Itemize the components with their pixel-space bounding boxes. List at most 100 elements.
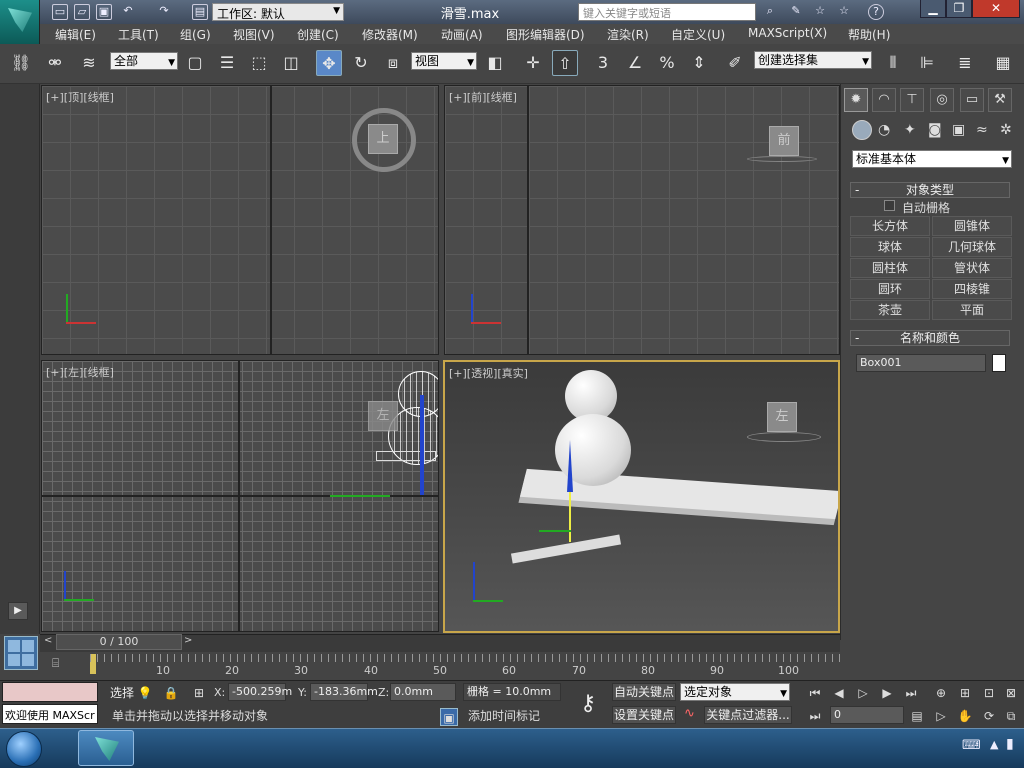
next-key-icon[interactable]: ▶ [878, 684, 896, 702]
torus-button[interactable]: 圆环 [850, 279, 930, 299]
sphere-button[interactable]: 球体 [850, 237, 930, 257]
next-frame-icon[interactable]: > [184, 635, 196, 649]
cylinder-button[interactable]: 圆柱体 [850, 258, 930, 278]
box-button[interactable]: 长方体 [850, 216, 930, 236]
ski-board[interactable] [510, 534, 622, 564]
pan-view-icon[interactable]: ✋ [956, 707, 974, 725]
geometry-icon[interactable] [852, 120, 872, 140]
systems-icon[interactable]: ✲ [1000, 122, 1012, 138]
link-icon[interactable]: ⛓ [8, 50, 34, 76]
viewcube[interactable]: 前 [769, 126, 799, 156]
selection-lock-icon[interactable]: 🔒 [162, 684, 180, 702]
redo-icon[interactable]: ↷ [156, 4, 172, 20]
mini-curve-editor-icon[interactable]: ⌸ [52, 656, 72, 674]
object-color-swatch[interactable] [992, 354, 1006, 372]
select-and-scale-icon[interactable]: ⧈ [380, 50, 406, 76]
maxscript-mini-listener[interactable]: 欢迎使用 MAXScr [2, 704, 98, 724]
category-dropdown[interactable]: 标准基本体 [852, 150, 1012, 169]
undo-icon[interactable]: ↶ [120, 4, 136, 20]
unlink-icon[interactable]: ⚮ [42, 50, 68, 76]
object-type-rollout-header[interactable]: - 对象类型 [850, 182, 1010, 198]
play-icon[interactable]: ▷ [854, 684, 872, 702]
utilities-tab-icon[interactable]: ⚒ [988, 88, 1012, 112]
viewport-label[interactable]: [+][透视][真实] [449, 365, 528, 381]
viewport-label[interactable]: [+][左][线框] [46, 364, 114, 380]
tube-button[interactable]: 管状体 [932, 258, 1012, 278]
select-object-icon[interactable]: ▢ [182, 50, 208, 76]
keyboard-icon[interactable]: ⌨ [962, 738, 981, 753]
select-manipulate-icon[interactable]: ✛ [520, 50, 546, 76]
viewcube[interactable]: 左 [368, 401, 398, 431]
zoom-extents-icon[interactable]: ⊡ [980, 684, 998, 702]
close-button[interactable]: ✕ [972, 0, 1020, 18]
menu-animation[interactable]: 动画(A) [441, 26, 483, 43]
y-coordinate-field[interactable]: -183.36mm [310, 683, 378, 701]
zoom-icon[interactable]: ⊕ [932, 684, 950, 702]
bind-space-warp-icon[interactable]: ≋ [76, 50, 102, 76]
application-menu-button[interactable] [0, 0, 40, 44]
menu-maxscript[interactable]: MAXScript(X) [748, 26, 827, 40]
taskbar-3dsmax-app[interactable] [78, 730, 134, 766]
viewport-perspective[interactable]: [+][透视][真实] 左 [443, 360, 840, 633]
menu-customize[interactable]: 自定义(U) [671, 26, 725, 43]
keyboard-shortcut-override-icon[interactable]: ⇧ [552, 50, 578, 76]
shapes-icon[interactable]: ◔ [878, 122, 890, 138]
mirror-icon[interactable]: ⫴ [880, 50, 906, 76]
viewport-layout-icon[interactable] [4, 636, 38, 670]
key-filters-button[interactable]: 关键点过滤器... [704, 706, 792, 724]
motion-tab-icon[interactable]: ◎ [930, 88, 954, 112]
start-button[interactable] [6, 731, 42, 767]
zoom-extents-all-icon[interactable]: ⊠ [1002, 684, 1020, 702]
menu-tools[interactable]: 工具(T) [118, 26, 159, 43]
snowman-body[interactable] [555, 414, 631, 486]
time-tag-icon[interactable]: ▣ [440, 708, 458, 726]
menu-help[interactable]: 帮助(H) [848, 26, 890, 43]
key-icon[interactable]: ⚷ [568, 684, 608, 724]
current-frame-field[interactable]: 0 [830, 706, 904, 724]
tray-expand-icon[interactable]: ▲ [990, 738, 998, 751]
orbit-icon[interactable]: ⟳ [980, 707, 998, 725]
reference-coordinate-dropdown[interactable]: 视图 [411, 52, 477, 71]
key-mode-dropdown[interactable]: 选定对象 [680, 683, 790, 702]
star-icon[interactable]: ☆ [812, 4, 828, 20]
maxscript-mini-listener-top[interactable] [2, 682, 98, 702]
percent-snap-icon[interactable]: % [654, 50, 680, 76]
menu-group[interactable]: 组(G) [180, 26, 211, 43]
hierarchy-tab-icon[interactable]: ⊤ [900, 88, 924, 112]
viewport-label[interactable]: [+][顶][线框] [46, 89, 114, 105]
save-file-icon[interactable]: ▣ [96, 4, 112, 20]
workspace-dropdown[interactable]: 工作区: 默认 [212, 3, 344, 21]
absolute-mode-icon[interactable]: ⊞ [190, 684, 208, 702]
go-to-end-icon[interactable]: ⏭ [902, 684, 920, 702]
viewport-left[interactable]: [+][左][线框] 左 [41, 360, 439, 632]
zoom-all-icon[interactable]: ⊞ [956, 684, 974, 702]
new-file-icon[interactable]: ▭ [52, 4, 68, 20]
teapot-button[interactable]: 茶壶 [850, 300, 930, 320]
minimize-button[interactable]: ▁ [920, 0, 946, 18]
align-icon[interactable]: ⊫ [914, 50, 940, 76]
z-coordinate-field[interactable]: 0.0mm [390, 683, 456, 701]
cameras-icon[interactable]: ◙ [928, 122, 942, 138]
select-and-rotate-icon[interactable]: ↻ [348, 50, 374, 76]
viewport-label[interactable]: [+][前][线框] [449, 89, 517, 105]
menu-rendering[interactable]: 渲染(R) [607, 26, 649, 43]
go-to-start-icon[interactable]: ⏮ [806, 684, 824, 702]
previous-key-icon[interactable]: ◀ [830, 684, 848, 702]
menu-edit[interactable]: 编辑(E) [55, 26, 96, 43]
field-of-view-icon[interactable]: ▷ [932, 707, 950, 725]
menu-graph-editors[interactable]: 图形编辑器(D) [506, 26, 585, 43]
space-warps-icon[interactable]: ≈ [976, 122, 988, 138]
select-by-name-icon[interactable]: ☰ [214, 50, 240, 76]
pyramid-button[interactable]: 四棱锥 [932, 279, 1012, 299]
help-button[interactable]: ? [868, 4, 884, 20]
lights-icon[interactable]: ✦ [904, 122, 916, 138]
name-color-rollout-header[interactable]: - 名称和颜色 [850, 330, 1010, 346]
maximize-viewport-icon[interactable]: ⧉ [1002, 707, 1020, 725]
plane-button[interactable]: 平面 [932, 300, 1012, 320]
maximize-button[interactable]: ❐ [946, 0, 972, 18]
spinner-snap-icon[interactable]: ⇕ [686, 50, 712, 76]
menu-create[interactable]: 创建(C) [297, 26, 339, 43]
snap-toggle-icon[interactable]: 3 [590, 50, 616, 76]
render-setup-icon[interactable]: ▦ [990, 50, 1016, 76]
viewport-front[interactable]: [+][前][线框] 前 [444, 85, 840, 355]
